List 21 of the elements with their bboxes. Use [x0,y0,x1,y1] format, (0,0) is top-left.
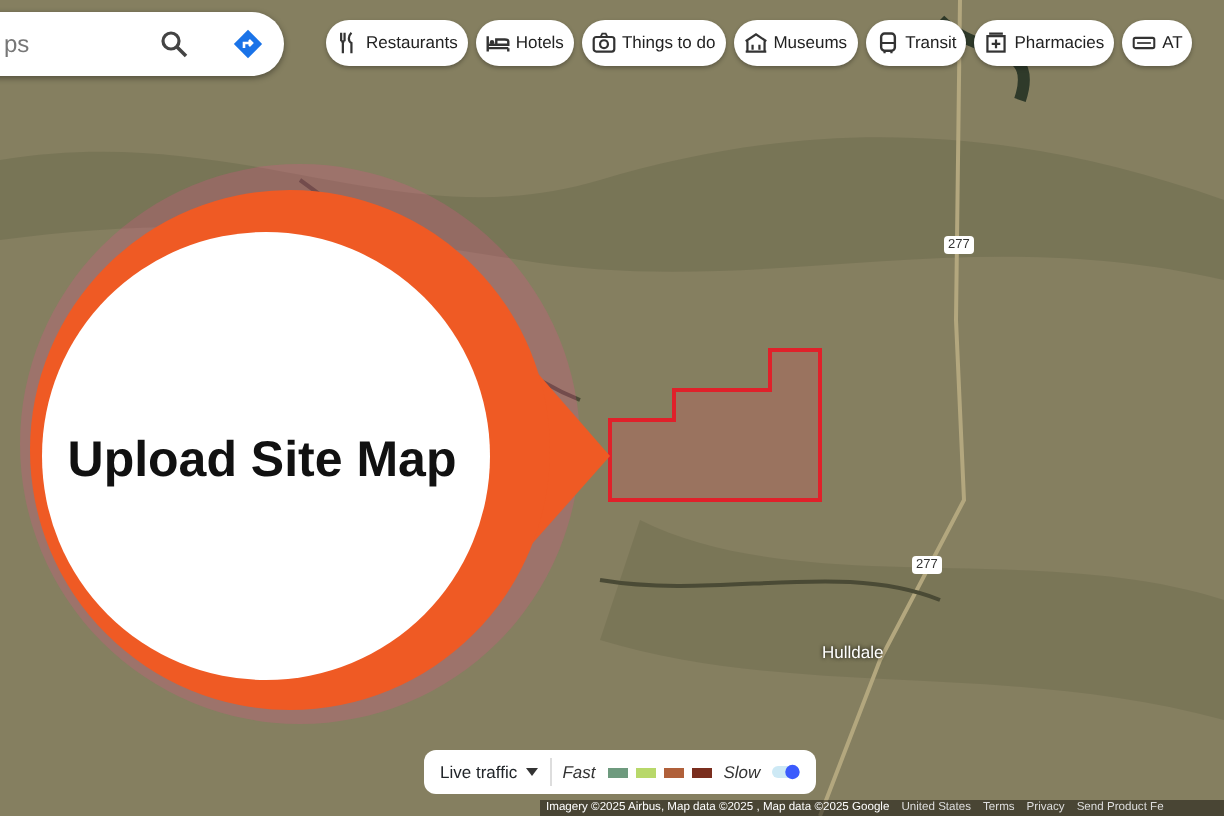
traffic-fast-label: Fast [562,759,596,785]
callout-text: Upload Site Map [65,430,459,492]
traffic-toggle[interactable] [772,760,800,784]
category-chip[interactable]: Transit [865,20,967,66]
search-field[interactable]: ps [0,24,140,64]
category-chip[interactable]: Things to do [581,20,726,66]
place-label: Hulldale [822,640,884,666]
bed-icon [485,30,510,56]
search-bar[interactable]: ps [0,12,284,76]
search-icon[interactable] [160,30,188,58]
live-traffic-dropdown[interactable]: Live traffic [440,759,538,785]
category-chip[interactable]: Restaurants [326,20,468,66]
category-chip[interactable]: Pharmacies [974,20,1115,66]
caret-icon [525,768,538,776]
traffic-slow-label: Slow [723,759,761,785]
building-icon [743,30,768,56]
category-chip[interactable]: Hotels [475,20,574,66]
pharmacy-icon [984,30,1009,56]
bus-icon [875,30,900,56]
camera-icon [591,30,616,56]
category-chip[interactable]: Museums [733,20,858,66]
